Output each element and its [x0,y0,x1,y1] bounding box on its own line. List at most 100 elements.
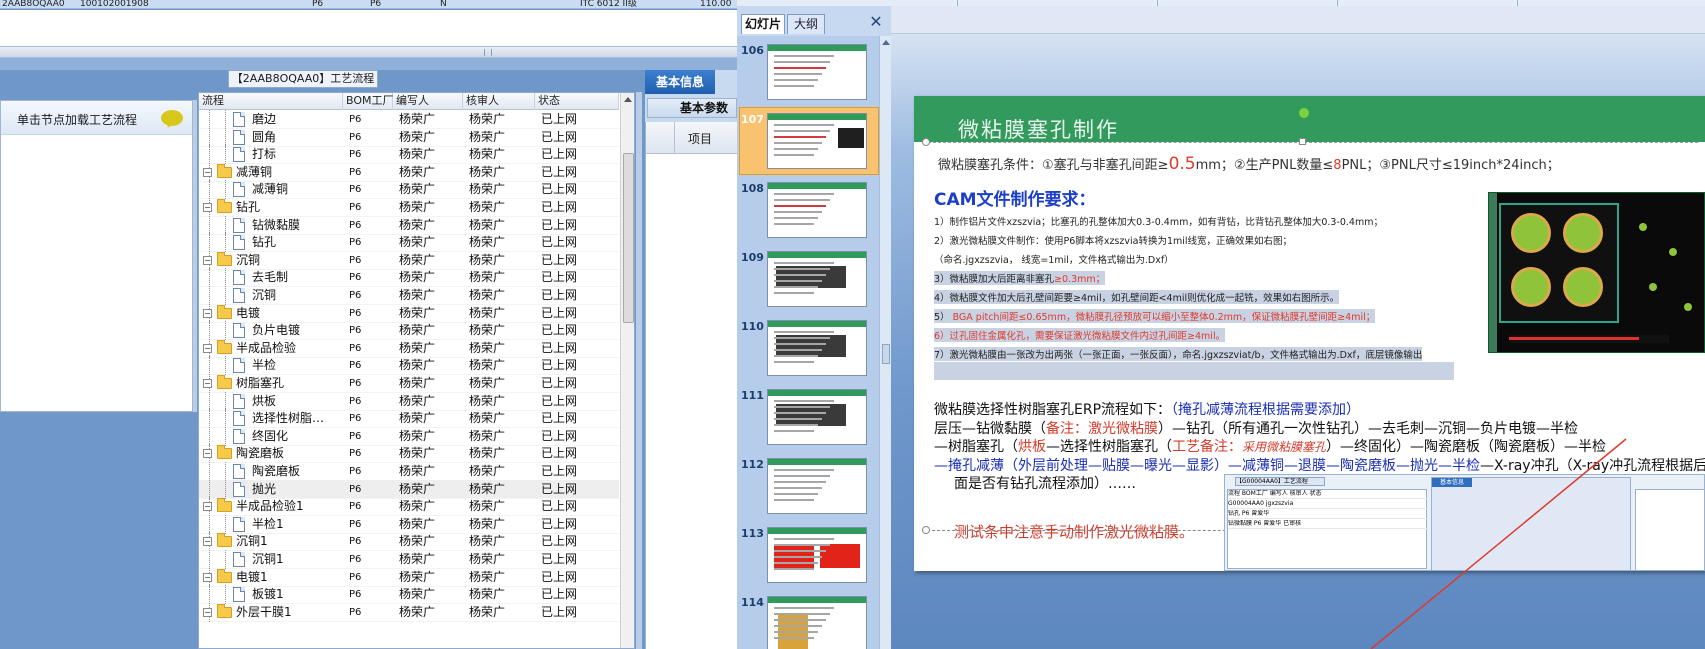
slide-thumbnail[interactable] [767,113,867,169]
cell-plant: P6 [349,360,362,372]
tree-item-row[interactable]: 半检1 P6 杨荣广 杨荣广 已上网 [199,514,619,534]
slide-thumbnail[interactable] [767,527,867,583]
resize-handle[interactable] [922,138,930,146]
collapse-icon[interactable]: − [203,255,212,265]
scroll-thumb[interactable] [882,344,890,364]
tree-item-row[interactable]: 磨边 P6 杨荣广 杨荣广 已上网 [199,110,619,129]
tree-splitter[interactable] [636,92,642,649]
tree-item-row[interactable]: 圆角 P6 杨荣广 杨荣广 已上网 [199,127,619,147]
tree-item-row[interactable]: 半检 P6 杨荣广 杨荣广 已上网 [199,356,619,376]
collapse-icon[interactable]: − [203,167,212,177]
slide-thumbnail[interactable] [767,182,867,238]
slide[interactable]: 微粘膜塞孔制作 微粘膜塞孔条件：①塞孔与非塞孔间距≥0.5mm；②生产PNL数量… [914,96,1705,571]
tree-item-row[interactable]: 打标 P6 杨荣广 杨荣广 已上网 [199,145,619,165]
slide-thumbnail[interactable] [767,389,867,445]
tree-item-row[interactable]: 终固化 P6 杨荣广 杨荣广 已上网 [199,426,619,446]
tab-outline[interactable]: 大纲 [787,14,825,34]
tree-folder-row[interactable]: − 电镀 P6 杨荣广 杨荣广 已上网 [199,303,619,323]
tree-folder-row[interactable]: − 减薄铜 P6 杨荣广 杨荣广 已上网 [199,162,619,182]
collapse-icon[interactable]: − [203,343,212,353]
resize-handle[interactable] [1299,138,1306,145]
tree-item-row[interactable]: 减薄铜 P6 杨荣广 杨荣广 已上网 [199,180,619,200]
scroll-up-icon[interactable] [624,97,632,102]
tree-item-label: 磨边 [252,112,277,126]
tree-folder-row[interactable]: − 陶瓷磨板 P6 杨荣广 杨荣广 已上网 [199,444,619,464]
tree-item-row[interactable]: 烘板 P6 杨荣广 杨荣广 已上网 [199,391,619,411]
tab-basic-params[interactable]: 基本参数 [647,98,737,118]
collapse-icon[interactable]: − [203,203,212,212]
collapse-icon[interactable]: − [203,607,212,617]
panel-splitter[interactable] [193,100,197,412]
tree-folder-row[interactable]: − 半成品检验 P6 杨荣广 杨荣广 已上网 [199,338,619,358]
cell-reviewer: 杨荣广 [469,182,506,197]
collapse-icon[interactable]: − [203,572,212,582]
tree-folder-row[interactable]: − 树脂塞孔 P6 杨荣广 杨荣广 已上网 [199,374,619,393]
tree-folder-row[interactable]: − 外层干膜1 P6 杨荣广 杨荣广 已上网 [199,602,619,622]
tree-folder-row[interactable]: − 电镀1 P6 杨荣广 杨荣广 已上网 [199,567,619,587]
cell-reviewer: 杨荣广 [469,270,506,285]
column-header-author[interactable]: 编写人 [393,93,463,110]
cell-reviewer: 杨荣广 [469,164,506,179]
close-icon[interactable]: ✕ [868,14,884,30]
slide-thumbnail[interactable] [767,251,867,307]
collapse-icon[interactable]: − [203,379,212,388]
slide-thumbnail[interactable] [767,458,867,514]
tab-slides[interactable]: 幻灯片 [741,14,785,34]
param-column-item[interactable]: 项目 [688,130,712,147]
pcb-screenshot-image[interactable] [1488,192,1705,353]
collapse-icon[interactable]: − [203,537,212,547]
top-grid-selected-row[interactable]: 2AAB8OQAA0 100102001908 P6 P6 N ITC 6012… [0,0,737,9]
tree-item-row[interactable]: 负片电镀 P6 杨荣广 杨荣广 已上网 [199,321,619,341]
load-hint-header[interactable]: 单击节点加载工艺流程 [1,101,192,135]
slide-thumbnail[interactable] [767,596,867,649]
column-header-reviewer[interactable]: 核审人 [463,93,535,110]
collapse-icon[interactable]: − [203,449,212,459]
folder-icon [217,304,232,319]
tree-folder-row[interactable]: − 沉铜 P6 杨荣广 杨荣广 已上网 [199,250,619,270]
tree-item-label: 沉铜1 [236,534,268,549]
slide-title[interactable]: 微粘膜塞孔制作 [958,114,1119,144]
tree-item-row[interactable]: 选择性树脂… P6 杨荣广 杨荣广 已上网 [199,409,619,429]
tree-folder-row[interactable]: − 钻孔 P6 杨荣广 杨荣广 已上网 [199,198,619,217]
tree-item-row[interactable]: 钻微黏膜 P6 杨荣广 杨荣广 已上网 [199,215,619,235]
column-header-flow[interactable]: 流程 [199,93,343,110]
slide-thumbnail[interactable] [767,320,867,376]
requirement-line-6: 6）过孔固住金属化孔，需要保证激光微粘膜文件内过孔间距≥4mil。 [934,328,1226,342]
tree-item-row[interactable]: 陶瓷磨板 P6 杨荣广 杨荣广 已上网 [199,462,619,481]
slide-thumbnail[interactable] [767,44,867,100]
column-header-status[interactable]: 状态 [535,93,619,110]
tree-item-row[interactable]: 沉铜1 P6 杨荣广 杨荣广 已上网 [199,550,619,569]
cell-plant: P6 [349,395,362,407]
cam-requirements-heading[interactable]: CAM文件制作要求： [934,185,1096,210]
collapse-icon[interactable]: − [203,502,212,512]
tree-item-row[interactable]: 钻孔 P6 杨荣广 杨荣广 已上网 [199,233,619,253]
cell-status: 已上网 [541,534,578,549]
tree-item-row[interactable]: 板镀1 P6 杨荣广 杨荣广 已上网 [199,585,619,605]
horizontal-splitter[interactable] [0,46,737,58]
scroll-up-icon[interactable] [882,40,890,45]
tree-item-row[interactable]: 去毛制 P6 杨荣广 杨荣广 已上网 [199,268,619,288]
tree-folder-row[interactable]: − 半成品检验1 P6 杨荣广 杨荣广 已上网 [199,497,619,517]
test-strip-note[interactable]: 测试条中注意手动制作激光微粘膜。 [954,521,1194,542]
tree-item-row[interactable]: 抛光 P6 杨荣广 杨荣广 已上网 [199,479,619,499]
scroll-thumb[interactable] [623,153,634,323]
tree-folder-row[interactable]: − 沉铜1 P6 杨荣广 杨荣广 已上网 [199,532,619,552]
tree-item-row[interactable]: 沉铜 P6 杨荣广 杨荣广 已上网 [199,286,619,305]
fill-conditions[interactable]: 微粘膜塞孔条件：①塞孔与非塞孔间距≥0.5mm；②生产PNL数量≤8PNL；③P… [938,154,1560,174]
cell-author: 杨荣广 [399,112,436,126]
collapse-icon[interactable]: − [203,308,212,318]
erp-screenshot-image[interactable]: 【G00004AA0】工艺流程 流程 BOM工厂 编写人 核审人 状态 G000… [1224,474,1705,571]
thumb-number: 107 [741,113,764,126]
column-header-bom-plant[interactable]: BOM工厂 [343,93,394,110]
document-icon [233,411,245,427]
tab-basic-info[interactable]: 基本信息 [645,70,715,94]
tree-item-label: 钻微黏膜 [252,217,301,232]
thumbnail-scrollbar[interactable] [879,36,891,649]
resize-handle[interactable] [922,526,930,534]
cell-reviewer: 杨荣广 [469,569,506,584]
cell-plant: P6 [349,237,362,249]
rotate-handle[interactable] [1299,108,1309,118]
tree-scrollbar[interactable] [620,93,634,648]
cell-status: 已上网 [541,182,578,197]
splitter-grip-icon[interactable] [484,49,492,56]
